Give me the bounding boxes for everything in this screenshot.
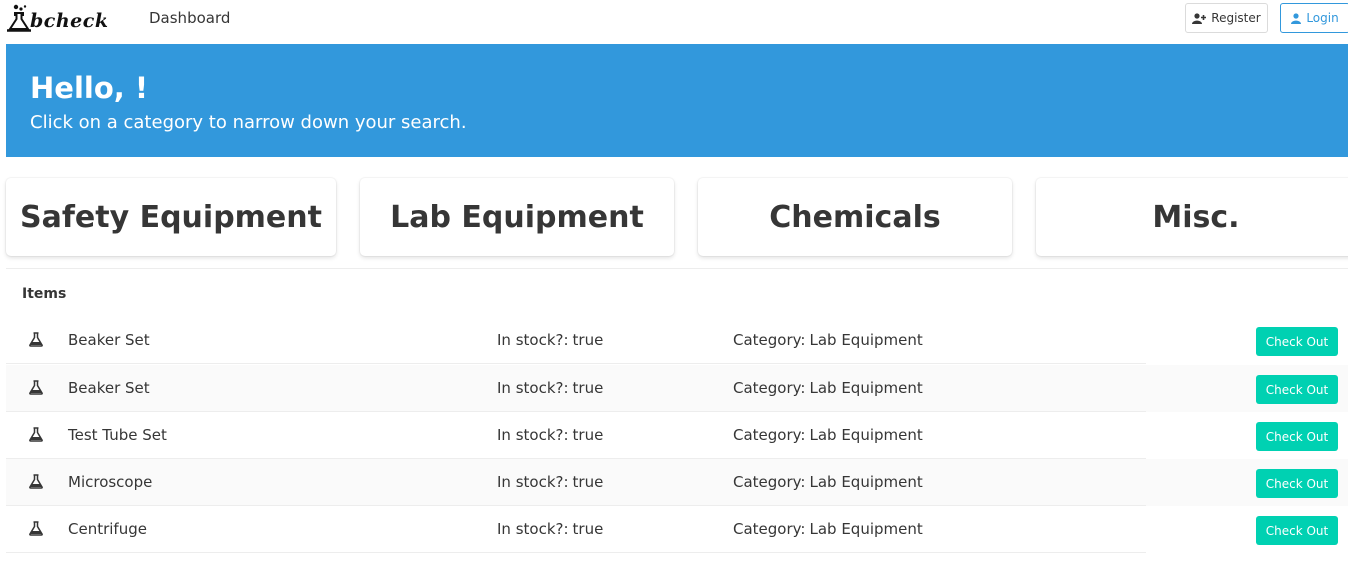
stock-value: true — [572, 473, 604, 491]
check-out-button[interactable]: Check Out — [1256, 327, 1338, 356]
hero-banner: Hello, ! Click on a category to narrow d… — [6, 44, 1348, 157]
category-label: Category: — [733, 379, 806, 397]
flask-icon — [29, 332, 43, 351]
item-name: Beaker Set — [68, 379, 150, 397]
item-stock: In stock?: true — [497, 426, 603, 444]
logo-text: bcheck — [30, 10, 109, 32]
login-label: Login — [1306, 11, 1339, 25]
check-out-button[interactable]: Check Out — [1256, 516, 1338, 545]
stock-value: true — [572, 520, 604, 538]
row-divider — [6, 363, 1146, 364]
category-label: Category: — [733, 331, 806, 349]
item-name: Beaker Set — [68, 331, 150, 349]
row-divider — [6, 552, 1146, 553]
login-button[interactable]: Login — [1280, 3, 1348, 33]
stock-label: In stock?: — [497, 520, 569, 538]
item-row: Beaker Set In stock?: true Category: Lab E… — [6, 365, 1348, 412]
user-icon — [1291, 12, 1302, 24]
category-chemicals[interactable]: Chemicals — [698, 178, 1012, 256]
flask-icon — [29, 521, 43, 540]
stock-value: true — [572, 379, 604, 397]
item-row: Microscope In stock?: true Category: Lab E… — [6, 459, 1348, 506]
labcheck-logo[interactable]: bcheck — [6, 3, 128, 33]
category-value: Lab Equipment — [809, 331, 923, 349]
category-value: Lab Equipment — [809, 379, 923, 397]
item-stock: In stock?: true — [497, 379, 603, 397]
item-row: Beaker Set In stock?: true Category: Lab E… — [6, 317, 1348, 364]
flask-logo-icon — [7, 4, 31, 32]
flask-icon — [29, 427, 43, 446]
stock-label: In stock?: — [497, 331, 569, 349]
item-category: Category: Lab Equipment — [733, 473, 923, 491]
item-name: Microscope — [68, 473, 153, 491]
category-value: Lab Equipment — [809, 426, 923, 444]
items-heading: Items — [22, 286, 67, 302]
flask-icon — [29, 380, 43, 399]
check-out-button[interactable]: Check Out — [1256, 375, 1338, 404]
item-row: Centrifuge In stock?: true Category: Lab E… — [6, 506, 1348, 553]
nav-dashboard-link[interactable]: Dashboard — [149, 9, 230, 27]
stock-value: true — [572, 426, 604, 444]
item-name: Test Tube Set — [68, 426, 167, 444]
item-category: Category: Lab Equipment — [733, 331, 923, 349]
hero-subtitle: Click on a category to narrow down your … — [30, 112, 467, 133]
category-safety-equipment[interactable]: Safety Equipment — [6, 178, 336, 256]
item-stock: In stock?: true — [497, 331, 603, 349]
category-label: Category: — [733, 473, 806, 491]
category-value: Lab Equipment — [809, 473, 923, 491]
check-out-button[interactable]: Check Out — [1256, 469, 1338, 498]
item-stock: In stock?: true — [497, 473, 603, 491]
item-stock: In stock?: true — [497, 520, 603, 538]
stock-value: true — [572, 331, 604, 349]
item-category: Category: Lab Equipment — [733, 426, 923, 444]
category-misc[interactable]: Misc. — [1036, 178, 1348, 256]
item-category: Category: Lab Equipment — [733, 379, 923, 397]
stock-label: In stock?: — [497, 379, 569, 397]
flask-icon — [29, 474, 43, 493]
item-row: Test Tube Set In stock?: true Category: La… — [6, 412, 1348, 459]
category-label: Category: — [733, 520, 806, 538]
register-button[interactable]: Register — [1185, 3, 1268, 33]
hero-title: Hello, ! — [30, 71, 149, 105]
category-lab-equipment[interactable]: Lab Equipment — [360, 178, 674, 256]
item-name: Centrifuge — [68, 520, 147, 538]
user-plus-icon — [1192, 12, 1207, 24]
item-category: Category: Lab Equipment — [733, 520, 923, 538]
category-label: Category: — [733, 426, 806, 444]
category-value: Lab Equipment — [809, 520, 923, 538]
stock-label: In stock?: — [497, 426, 569, 444]
items-panel: Items Beaker Set In stock?: true Category… — [6, 268, 1348, 569]
navbar: bcheck Dashboard Register Login — [0, 0, 1348, 44]
register-label: Register — [1211, 11, 1261, 25]
stock-label: In stock?: — [497, 473, 569, 491]
check-out-button[interactable]: Check Out — [1256, 422, 1338, 451]
